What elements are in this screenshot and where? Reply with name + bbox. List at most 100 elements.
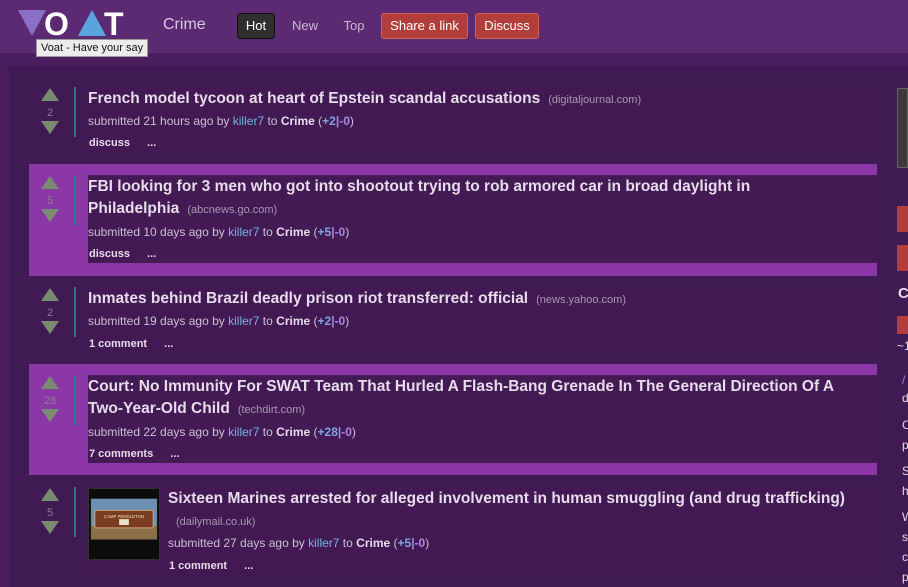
downvote-count: -0 <box>334 314 346 328</box>
downvote-count: -0 <box>339 114 350 128</box>
author-link[interactable]: killer7 <box>228 225 259 239</box>
post-title-text[interactable]: Inmates behind Brazil deadly prison riot… <box>88 290 528 307</box>
post-tagline: submitted 27 days ago by killer7 to Crim… <box>168 536 429 550</box>
post-title-link[interactable]: Sixteen Marines arrested for alleged inv… <box>168 488 868 533</box>
divider <box>74 487 76 537</box>
post-entry: 28 Court: No Immunity For SWAT Team That… <box>29 364 877 475</box>
upvote-arrow-icon[interactable] <box>41 288 59 301</box>
divider <box>74 87 76 137</box>
to-text: to <box>342 536 353 550</box>
sidebar-text: h <box>902 484 908 498</box>
post-thumbnail[interactable]: CAMP PENDLETON <box>88 488 160 560</box>
comments-link[interactable]: 1 comment <box>89 338 147 350</box>
post-title-text[interactable]: Court: No Immunity For SWAT Team That Hu… <box>88 378 834 417</box>
sidebar-text: c <box>902 550 908 564</box>
upvote-count: +2 <box>317 314 332 328</box>
more-options[interactable]: ... <box>244 560 253 572</box>
downvote-arrow-icon[interactable] <box>41 209 59 222</box>
downvote-count: -0 <box>334 225 346 239</box>
downvote-arrow-icon[interactable] <box>41 409 59 422</box>
to-text: to <box>262 425 273 439</box>
submitted-text: submitted 21 hours ago by <box>88 114 230 128</box>
paren-close: ) <box>345 314 350 328</box>
post-tagline: submitted 22 days ago by killer7 to Crim… <box>88 425 356 439</box>
share-link-button[interactable]: Share a link <box>381 13 468 39</box>
post-body: Inmates behind Brazil deadly prison riot… <box>88 287 877 352</box>
site-header: O T Voat - Have your say Crime Hot New T… <box>0 0 908 57</box>
post-domain[interactable]: (digitaljournal.com) <box>548 94 641 106</box>
post-entry: 5 FBI looking for 3 men who got into sho… <box>29 164 877 276</box>
downvote-arrow-icon[interactable] <box>41 521 59 534</box>
post-title-link[interactable]: French model tycoon at heart of Epstein … <box>88 88 868 111</box>
subverse-link[interactable]: Crime <box>276 425 310 439</box>
post-domain[interactable]: (abcnews.go.com) <box>187 204 277 216</box>
to-text: to <box>262 225 273 239</box>
post-actions: discuss ... <box>89 248 156 260</box>
post-title-link[interactable]: Inmates behind Brazil deadly prison riot… <box>88 288 868 311</box>
voat-logo[interactable]: O T <box>18 7 134 39</box>
tab-new[interactable]: New <box>283 13 327 39</box>
more-options[interactable]: ... <box>147 248 156 260</box>
post-domain[interactable]: (news.yahoo.com) <box>536 294 626 306</box>
upvote-arrow-icon[interactable] <box>41 88 59 101</box>
upvote-arrow-icon[interactable] <box>41 376 59 389</box>
subverse-link[interactable]: Crime <box>276 225 310 239</box>
upvote-count: +5 <box>317 225 332 239</box>
subverse-title[interactable]: Crime <box>163 16 206 34</box>
post-title-link[interactable]: FBI looking for 3 men who got into shoot… <box>88 176 788 221</box>
discuss-button[interactable]: Discuss <box>475 13 539 39</box>
post-score: 28 <box>43 395 57 407</box>
tab-top[interactable]: Top <box>335 13 373 39</box>
post-tagline: submitted 19 days ago by killer7 to Crim… <box>88 314 349 328</box>
comments-link[interactable]: discuss <box>89 248 130 260</box>
post-score: 2 <box>46 307 54 319</box>
post-title-link[interactable]: Court: No Immunity For SWAT Team That Hu… <box>88 376 868 421</box>
sidebar-image[interactable] <box>897 88 908 168</box>
divider <box>74 287 76 337</box>
to-text: to <box>262 314 273 328</box>
post-title-text[interactable]: French model tycoon at heart of Epstein … <box>88 90 540 107</box>
divider <box>74 176 76 226</box>
subverse-link[interactable]: Crime <box>356 536 390 550</box>
sidebar-text: p <box>902 570 908 584</box>
upvote-arrow-icon[interactable] <box>41 176 59 189</box>
post-actions: 7 comments ... <box>89 448 179 460</box>
to-text: to <box>267 114 278 128</box>
sidebar-button[interactable] <box>897 206 908 232</box>
comments-link[interactable]: 7 comments <box>89 448 153 460</box>
comments-link[interactable]: discuss <box>89 137 130 149</box>
vote-widget: 2 <box>40 88 60 134</box>
sidebar-text: d <box>902 391 908 405</box>
author-link[interactable]: killer7 <box>308 536 339 550</box>
svg-text:T: T <box>104 7 124 39</box>
svg-text:O: O <box>44 7 69 39</box>
downvote-arrow-icon[interactable] <box>41 121 59 134</box>
more-options[interactable]: ... <box>147 137 156 149</box>
subverse-link[interactable]: Crime <box>281 114 315 128</box>
sidebar-text: p <box>902 438 908 452</box>
upvote-count: +5 <box>397 536 412 550</box>
more-options[interactable]: ... <box>170 448 179 460</box>
author-link[interactable]: killer7 <box>228 425 259 439</box>
post-title-text[interactable]: Sixteen Marines arrested for alleged inv… <box>168 490 845 507</box>
sidebar-text: ~1 <box>897 339 908 353</box>
author-link[interactable]: killer7 <box>233 114 264 128</box>
upvote-count: +28 <box>317 425 338 439</box>
upvote-arrow-icon[interactable] <box>41 488 59 501</box>
author-link[interactable]: killer7 <box>228 314 259 328</box>
tab-hot[interactable]: Hot <box>237 13 275 39</box>
sidebar-button[interactable] <box>897 245 908 271</box>
post-domain[interactable]: (techdirt.com) <box>238 404 305 416</box>
post-domain[interactable]: (dailymail.co.uk) <box>176 516 255 528</box>
subverse-link[interactable]: Crime <box>276 314 310 328</box>
sidebar-badge[interactable] <box>897 316 908 334</box>
more-options[interactable]: ... <box>164 338 173 350</box>
submitted-text: submitted 19 days ago by <box>88 314 225 328</box>
sidebar: C ~1 / d C p S h W s c p <box>897 88 908 587</box>
sidebar-link[interactable]: / <box>902 373 905 387</box>
post-body: Sixteen Marines arrested for alleged inv… <box>88 487 877 577</box>
submitted-text: submitted 27 days ago by <box>168 536 305 550</box>
sidebar-text: C <box>902 418 908 432</box>
downvote-arrow-icon[interactable] <box>41 321 59 334</box>
comments-link[interactable]: 1 comment <box>169 560 227 572</box>
